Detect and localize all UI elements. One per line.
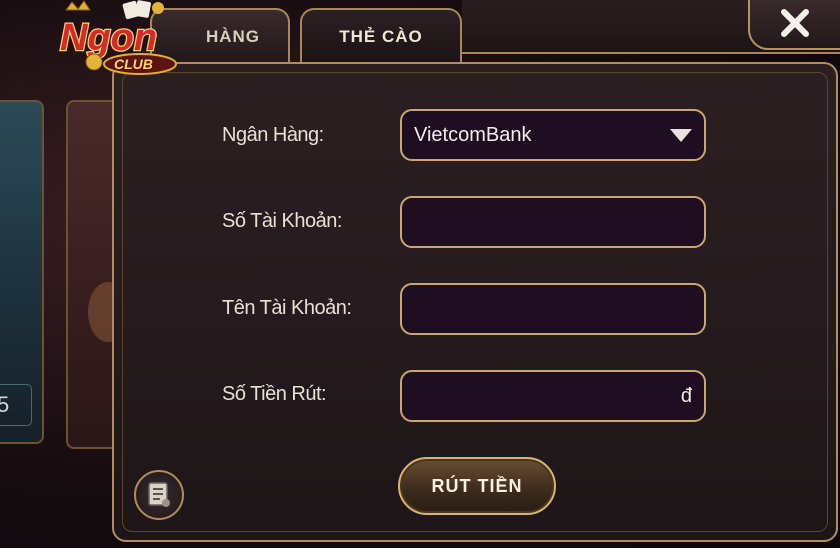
bank-select[interactable]: VietcomBank — [400, 109, 706, 161]
close-button[interactable] — [748, 0, 840, 50]
withdraw-button[interactable]: RÚT TIỀN — [398, 457, 556, 515]
chevron-down-icon — [670, 128, 692, 142]
account-number-input[interactable] — [400, 196, 706, 248]
side-game-card-left[interactable]: 5 — [0, 100, 44, 444]
side-card-number: 5 — [0, 384, 32, 426]
bank-select-value: VietcomBank — [414, 123, 532, 146]
svg-text:Ngon: Ngon — [60, 17, 157, 59]
account-number-label: Số Tài Khoản: — [222, 210, 342, 232]
tab-scratch-card[interactable]: THẺ CÀO — [300, 8, 462, 64]
withdraw-button-label: RÚT TIỀN — [431, 475, 523, 496]
bank-label: Ngân Hàng: — [222, 124, 324, 146]
svg-text:CLUB: CLUB — [114, 56, 153, 72]
account-name-input[interactable] — [400, 283, 706, 335]
account-name-label: Tên Tài Khoản: — [222, 297, 352, 319]
history-button[interactable] — [134, 470, 184, 520]
ngon-club-logo: Ngon CLUB — [52, 0, 192, 78]
tab-scratch-card-label: THẺ CÀO — [339, 27, 423, 46]
amount-input[interactable]: đ — [400, 370, 706, 422]
amount-label: Số Tiền Rút: — [222, 383, 327, 405]
tab-bank-label: HÀNG — [205, 27, 260, 46]
currency-unit: đ — [680, 384, 692, 407]
history-icon — [148, 482, 170, 507]
close-icon — [781, 9, 809, 37]
